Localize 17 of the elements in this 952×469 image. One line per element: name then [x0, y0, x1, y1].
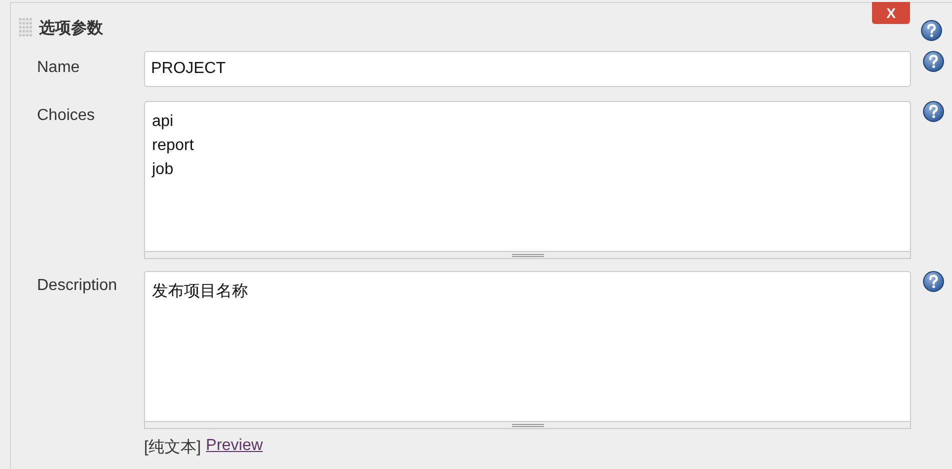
resize-handle[interactable] — [144, 252, 911, 259]
section-title: 选项参数 — [39, 18, 103, 38]
resize-handle[interactable] — [144, 422, 911, 429]
field-label: Choices — [36, 106, 96, 125]
help-icon[interactable] — [923, 51, 944, 72]
delete-button[interactable]: X — [872, 2, 910, 24]
preview-link[interactable]: Preview — [206, 437, 263, 458]
format-label: [纯文本] — [144, 438, 201, 458]
text-area[interactable]: 发布项目名称 — [144, 271, 911, 422]
name-field[interactable]: PROJECT — [144, 51, 911, 87]
field-label: Description — [36, 276, 118, 295]
help-icon[interactable] — [923, 101, 944, 122]
help-icon[interactable] — [923, 271, 944, 292]
help-icon[interactable] — [921, 20, 942, 41]
drag-handle-icon[interactable] — [19, 18, 33, 38]
field-label: Name — [36, 58, 81, 77]
text-area[interactable]: api report job — [144, 101, 911, 252]
